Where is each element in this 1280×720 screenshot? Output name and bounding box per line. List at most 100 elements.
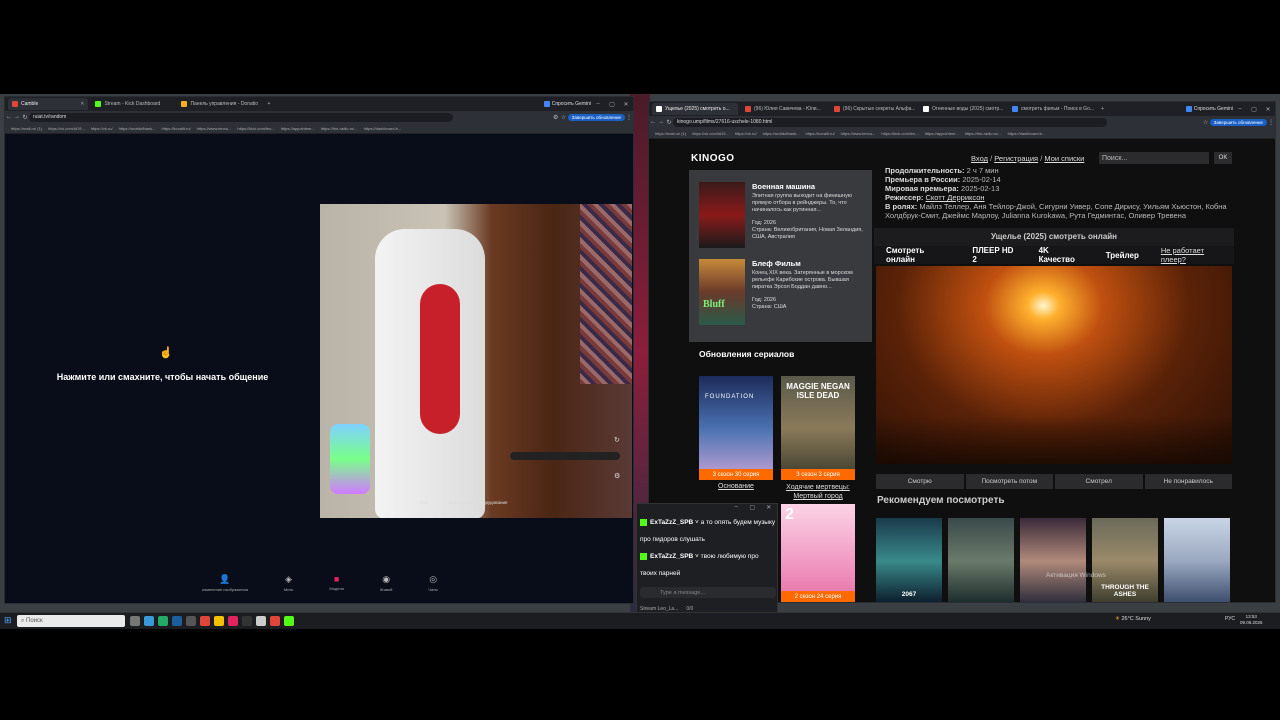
new-tab-button[interactable]: + <box>263 98 274 110</box>
edge-icon[interactable] <box>144 616 154 626</box>
info-value[interactable]: Скотт Дерриксон <box>926 193 985 202</box>
tab-0[interactable]: Ущелье (2025) смотреть о... <box>652 103 738 115</box>
tab-2[interactable]: (96) Скрытые секреты Альфа... <box>830 103 916 115</box>
minimize-icon[interactable]: – <box>1233 106 1247 112</box>
back-icon[interactable]: ← <box>5 114 13 120</box>
bookmark-item[interactable]: https://the-radio.ru/... <box>321 126 358 131</box>
language-indicator[interactable]: РУС <box>1225 616 1235 622</box>
kick-studio-icon[interactable] <box>284 616 294 626</box>
address-bar[interactable]: kinogo.ump/films/27616-uschele-1080.html <box>673 117 1107 127</box>
recommend-poster[interactable] <box>948 518 1014 602</box>
maximize-icon[interactable]: ▢ <box>605 101 619 108</box>
menu-icon[interactable]: ⋮ <box>1267 119 1275 126</box>
site-logo[interactable]: KINOGO <box>691 153 735 164</box>
bookmark-item[interactable]: https://dashboard.b... <box>364 126 402 131</box>
bookmark-item[interactable]: https://kovalit.ru/ <box>162 126 191 131</box>
bookmark-item[interactable]: https://www.tenxu... <box>197 126 232 131</box>
video-player[interactable] <box>876 266 1232 464</box>
minimize-icon[interactable]: – <box>735 504 738 514</box>
task-view-icon[interactable] <box>130 616 140 626</box>
forward-icon[interactable]: → <box>657 119 665 125</box>
series-title[interactable]: Ходячие мертвецы: Мертвый город <box>781 483 855 501</box>
store-icon[interactable] <box>158 616 168 626</box>
maximize-icon[interactable]: ▢ <box>749 504 755 514</box>
explorer-icon[interactable] <box>186 616 196 626</box>
bottom-nav-item[interactable]: ◉ Живой <box>380 574 392 603</box>
chrome-icon[interactable] <box>270 616 280 626</box>
close-icon[interactable]: ✕ <box>766 504 771 514</box>
tab-1[interactable]: (96) Юлия Савичева - Юли... <box>741 103 827 115</box>
tab-3[interactable]: Огненные воды (2025) смотр... <box>919 103 1005 115</box>
bookmark-item[interactable]: https://vk.com/id19... <box>692 131 729 136</box>
back-icon[interactable]: ← <box>649 119 657 125</box>
series-poster-foundation[interactable]: FOUNDATION 3 сезон 30 серия <box>699 376 773 480</box>
action-button[interactable]: Смотрел <box>1055 474 1143 489</box>
reload-icon[interactable]: ↻ <box>665 119 673 126</box>
weather-widget[interactable]: ☀ 26°C Sunny <box>1115 616 1151 622</box>
series-poster-walking-dead[interactable]: MAGGIE NEGAN ISLE DEAD 3 сезон 3 серия <box>781 376 855 480</box>
windows-start-icon[interactable]: ⊞ <box>4 616 12 625</box>
action-button[interactable]: Смотрю <box>876 474 964 489</box>
bottom-nav-item[interactable]: ■ Модели <box>329 574 344 603</box>
forward-icon[interactable]: → <box>13 114 21 120</box>
bookmark-item[interactable]: https://appointme... <box>925 131 959 136</box>
action-button[interactable]: Не понравилось <box>1144 474 1232 489</box>
player-tab[interactable]: Смотреть онлайн <box>886 246 950 264</box>
app-icon[interactable] <box>200 616 210 626</box>
tiktok-icon[interactable] <box>228 616 238 626</box>
poster-bluff[interactable]: Bluff <box>699 259 745 325</box>
bookmark-item[interactable]: https://kick.com/leo... <box>237 126 274 131</box>
bookmark-item[interactable]: https://kovalit.ru/ <box>806 131 835 136</box>
player-tab[interactable]: Трейлер <box>1106 251 1139 260</box>
bookmark-item[interactable]: https://mail.ru/ (1) <box>11 126 42 131</box>
player-tab[interactable]: ПЛЕЕР HD 2 <box>972 246 1016 264</box>
close-window-icon[interactable]: ✕ <box>619 101 633 108</box>
bottom-nav-item[interactable]: ◈ Мить <box>284 574 293 603</box>
recommend-poster[interactable]: 2067 <box>876 518 942 602</box>
camera-control-icon[interactable]: ↻ <box>614 436 620 444</box>
obs-icon[interactable] <box>256 616 266 626</box>
address-bar[interactable]: ruiat.tv/random <box>29 112 453 122</box>
reload-icon[interactable]: ↻ <box>21 114 29 121</box>
poster-war-machine[interactable] <box>699 182 745 248</box>
player-broken-link[interactable]: Не работает плеер? <box>1161 246 1226 264</box>
tab-kick[interactable]: Stream - Kick Dashboard <box>91 98 174 110</box>
series-poster-anime[interactable]: 2 2 сезон 24 серия <box>781 504 855 602</box>
bookmark-item[interactable]: https://worldofbank... <box>119 126 156 131</box>
recommend-poster[interactable]: THROUGH THE ASHES <box>1092 518 1158 602</box>
clock[interactable]: 13:53 09.06.2025 <box>1240 614 1263 626</box>
chat-username[interactable]: ExTaZzZ_SPB <box>650 553 693 560</box>
bookmark-item[interactable]: https://vk.ru/ <box>91 126 113 131</box>
star-icon[interactable]: ☆ <box>1202 119 1210 126</box>
my-lists-link[interactable]: Мои списки <box>1044 154 1084 163</box>
search-ok-button[interactable]: OK <box>1214 152 1232 164</box>
bottom-nav-item[interactable]: ◎ Чаты <box>428 574 438 603</box>
tab-camble[interactable]: Camble ✕ <box>8 98 89 110</box>
series-title[interactable]: Основание <box>699 483 773 490</box>
star-icon[interactable]: ☆ <box>560 114 568 121</box>
extensions-icon[interactable]: ⚙ <box>552 114 560 121</box>
bookmark-item[interactable]: https://the-radio.ru/... <box>965 131 1002 136</box>
update-button[interactable]: Завершить обновление <box>1209 118 1267 126</box>
gemini-button[interactable]: Спросить Gemini <box>1194 106 1233 112</box>
taskbar-search[interactable]: ⌕ Поиск <box>17 615 125 627</box>
bookmark-item[interactable]: https://vk.ru/ <box>735 131 757 136</box>
bookmark-item[interactable]: https://dashboard.b... <box>1008 131 1046 136</box>
maximize-icon[interactable]: ▢ <box>1247 106 1261 113</box>
folder-icon[interactable] <box>214 616 224 626</box>
bookmark-item[interactable]: https://www.tenxu... <box>841 131 876 136</box>
login-link[interactable]: Вход <box>971 154 988 163</box>
tab-donation[interactable]: Панель управления - Donatio <box>177 98 260 110</box>
tab-4[interactable]: смотреть фильм - Поиск в Go... <box>1008 103 1094 115</box>
menu-icon[interactable]: ⋮ <box>625 114 633 121</box>
gemini-button[interactable]: Спросить Gemini <box>552 101 591 107</box>
player-tab[interactable]: 4K Качество <box>1039 246 1084 264</box>
search-input[interactable]: Поиск... <box>1099 152 1209 164</box>
close-tab-icon[interactable]: ✕ <box>80 101 84 107</box>
bookmark-item[interactable]: https://appointme... <box>281 126 315 131</box>
action-button[interactable]: Посмотреть потом <box>965 474 1053 489</box>
recommend-poster[interactable] <box>1020 518 1086 602</box>
bookmark-item[interactable]: https://mail.ru/ (1) <box>655 131 686 136</box>
camera-settings-icon[interactable]: ⚙ <box>614 472 620 480</box>
new-tab-button[interactable]: + <box>1097 103 1108 115</box>
